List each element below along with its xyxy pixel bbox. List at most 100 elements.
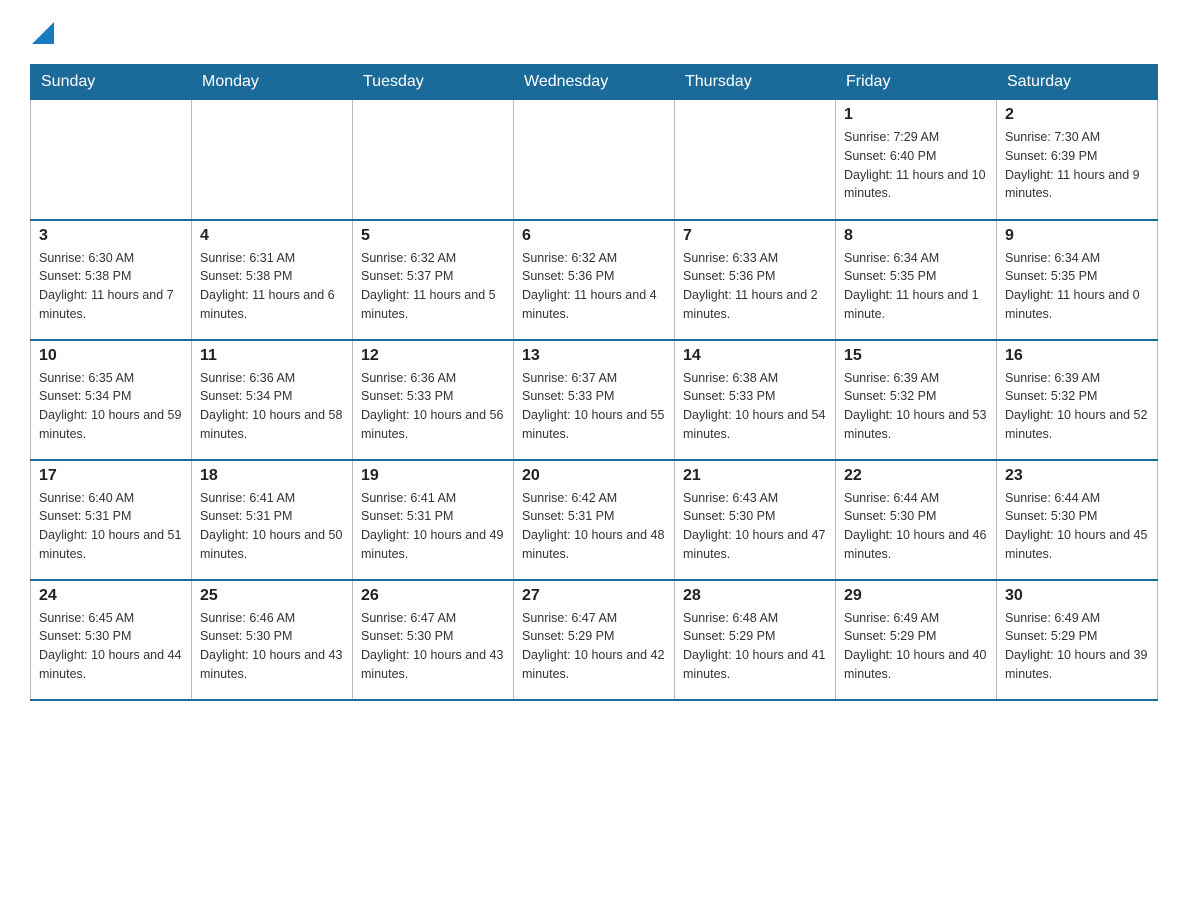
day-number: 5	[361, 227, 505, 245]
day-number: 7	[683, 227, 827, 245]
day-number: 26	[361, 587, 505, 605]
calendar-week-row: 1 Sunrise: 7:29 AMSunset: 6:40 PMDaylight…	[31, 100, 1158, 220]
calendar-cell: 3Sunrise: 6:30 AMSunset: 5:38 PMDaylight…	[31, 220, 192, 340]
day-of-week-header: Saturday	[997, 65, 1158, 100]
calendar-cell: 4 Sunrise: 6:31 AMSunset: 5:38 PMDaylight…	[192, 220, 353, 340]
day-number: 19	[361, 467, 505, 485]
day-number: 14	[683, 347, 827, 365]
day-of-week-header: Monday	[192, 65, 353, 100]
day-number: 9	[1005, 227, 1149, 245]
day-info: Sunrise: 6:48 AMSunset: 5:29 PMDaylight:…	[683, 609, 827, 684]
calendar-cell: 5 Sunrise: 6:32 AMSunset: 5:37 PMDaylight…	[353, 220, 514, 340]
day-number: 24	[39, 587, 183, 605]
calendar-cell: 22 Sunrise: 6:44 AMSunset: 5:30 PMDayligh…	[836, 460, 997, 580]
calendar-cell: 25 Sunrise: 6:46 AMSunset: 5:30 PMDayligh…	[192, 580, 353, 700]
day-number: 13	[522, 347, 666, 365]
calendar-cell: 7 Sunrise: 6:33 AMSunset: 5:36 PMDaylight…	[675, 220, 836, 340]
day-info: Sunrise: 6:33 AMSunset: 5:36 PMDaylight:…	[683, 249, 827, 324]
day-info: Sunrise: 6:49 AMSunset: 5:29 PMDaylight:…	[1005, 609, 1149, 684]
logo	[30, 20, 54, 44]
day-number: 22	[844, 467, 988, 485]
day-info: Sunrise: 6:44 AMSunset: 5:30 PMDaylight:…	[844, 489, 988, 564]
day-number: 23	[1005, 467, 1149, 485]
calendar-table: SundayMondayTuesdayWednesdayThursdayFrid…	[30, 64, 1158, 701]
calendar-cell: 1 Sunrise: 7:29 AMSunset: 6:40 PMDaylight…	[836, 100, 997, 220]
calendar-cell: 28Sunrise: 6:48 AMSunset: 5:29 PMDayligh…	[675, 580, 836, 700]
calendar-cell: 13 Sunrise: 6:37 AMSunset: 5:33 PMDayligh…	[514, 340, 675, 460]
day-number: 6	[522, 227, 666, 245]
calendar-cell: 15 Sunrise: 6:39 AMSunset: 5:32 PMDayligh…	[836, 340, 997, 460]
calendar-cell: 23 Sunrise: 6:44 AMSunset: 5:30 PMDayligh…	[997, 460, 1158, 580]
day-number: 17	[39, 467, 183, 485]
calendar-cell: 20 Sunrise: 6:42 AMSunset: 5:31 PMDayligh…	[514, 460, 675, 580]
day-info: Sunrise: 6:34 AMSunset: 5:35 PMDaylight:…	[1005, 249, 1149, 324]
logo-triangle-icon	[32, 22, 54, 44]
day-info: Sunrise: 6:44 AMSunset: 5:30 PMDaylight:…	[1005, 489, 1149, 564]
calendar-cell: 17 Sunrise: 6:40 AMSunset: 5:31 PMDayligh…	[31, 460, 192, 580]
day-info: Sunrise: 6:46 AMSunset: 5:30 PMDaylight:…	[200, 609, 344, 684]
day-info: Sunrise: 6:37 AMSunset: 5:33 PMDaylight:…	[522, 369, 666, 444]
calendar-week-row: 17 Sunrise: 6:40 AMSunset: 5:31 PMDayligh…	[31, 460, 1158, 580]
day-of-week-header: Tuesday	[353, 65, 514, 100]
calendar-cell: 30 Sunrise: 6:49 AMSunset: 5:29 PMDayligh…	[997, 580, 1158, 700]
calendar-cell: 21 Sunrise: 6:43 AMSunset: 5:30 PMDayligh…	[675, 460, 836, 580]
day-number: 30	[1005, 587, 1149, 605]
day-number: 12	[361, 347, 505, 365]
day-info: Sunrise: 6:42 AMSunset: 5:31 PMDaylight:…	[522, 489, 666, 564]
day-number: 27	[522, 587, 666, 605]
calendar-cell: 16Sunrise: 6:39 AMSunset: 5:32 PMDayligh…	[997, 340, 1158, 460]
day-of-week-header: Thursday	[675, 65, 836, 100]
day-info: Sunrise: 6:47 AMSunset: 5:29 PMDaylight:…	[522, 609, 666, 684]
calendar-cell: 24 Sunrise: 6:45 AMSunset: 5:30 PMDayligh…	[31, 580, 192, 700]
day-info: Sunrise: 6:45 AMSunset: 5:30 PMDaylight:…	[39, 609, 183, 684]
day-info: Sunrise: 6:39 AMSunset: 5:32 PMDaylight:…	[844, 369, 988, 444]
day-number: 20	[522, 467, 666, 485]
calendar-cell	[353, 100, 514, 220]
calendar-cell: 26Sunrise: 6:47 AMSunset: 5:30 PMDayligh…	[353, 580, 514, 700]
calendar-cell: 27 Sunrise: 6:47 AMSunset: 5:29 PMDayligh…	[514, 580, 675, 700]
day-number: 21	[683, 467, 827, 485]
day-number: 25	[200, 587, 344, 605]
days-of-week-row: SundayMondayTuesdayWednesdayThursdayFrid…	[31, 65, 1158, 100]
calendar-cell: 29 Sunrise: 6:49 AMSunset: 5:29 PMDayligh…	[836, 580, 997, 700]
day-info: Sunrise: 6:43 AMSunset: 5:30 PMDaylight:…	[683, 489, 827, 564]
day-info: Sunrise: 6:36 AMSunset: 5:33 PMDaylight:…	[361, 369, 505, 444]
calendar-cell	[675, 100, 836, 220]
day-info: Sunrise: 6:41 AMSunset: 5:31 PMDaylight:…	[361, 489, 505, 564]
page-header	[30, 20, 1158, 44]
calendar-cell: 2Sunrise: 7:30 AMSunset: 6:39 PMDaylight…	[997, 100, 1158, 220]
day-number: 10	[39, 347, 183, 365]
day-number: 8	[844, 227, 988, 245]
day-info: Sunrise: 6:36 AMSunset: 5:34 PMDaylight:…	[200, 369, 344, 444]
day-info: Sunrise: 6:41 AMSunset: 5:31 PMDaylight:…	[200, 489, 344, 564]
day-number: 15	[844, 347, 988, 365]
calendar-header: SundayMondayTuesdayWednesdayThursdayFrid…	[31, 65, 1158, 100]
calendar-cell: 8 Sunrise: 6:34 AMSunset: 5:35 PMDaylight…	[836, 220, 997, 340]
calendar-cell: 9 Sunrise: 6:34 AMSunset: 5:35 PMDaylight…	[997, 220, 1158, 340]
day-info: Sunrise: 7:29 AMSunset: 6:40 PMDaylight:…	[844, 128, 988, 203]
day-number: 4	[200, 227, 344, 245]
calendar-week-row: 3Sunrise: 6:30 AMSunset: 5:38 PMDaylight…	[31, 220, 1158, 340]
day-number: 2	[1005, 106, 1149, 124]
day-number: 29	[844, 587, 988, 605]
calendar-cell	[192, 100, 353, 220]
day-info: Sunrise: 6:32 AMSunset: 5:37 PMDaylight:…	[361, 249, 505, 324]
day-of-week-header: Wednesday	[514, 65, 675, 100]
day-info: Sunrise: 6:38 AMSunset: 5:33 PMDaylight:…	[683, 369, 827, 444]
day-number: 18	[200, 467, 344, 485]
calendar-cell: 12 Sunrise: 6:36 AMSunset: 5:33 PMDayligh…	[353, 340, 514, 460]
calendar-week-row: 10Sunrise: 6:35 AMSunset: 5:34 PMDayligh…	[31, 340, 1158, 460]
day-info: Sunrise: 6:40 AMSunset: 5:31 PMDaylight:…	[39, 489, 183, 564]
day-info: Sunrise: 6:31 AMSunset: 5:38 PMDaylight:…	[200, 249, 344, 324]
day-of-week-header: Friday	[836, 65, 997, 100]
calendar-cell: 19 Sunrise: 6:41 AMSunset: 5:31 PMDayligh…	[353, 460, 514, 580]
calendar-cell	[31, 100, 192, 220]
day-info: Sunrise: 6:32 AMSunset: 5:36 PMDaylight:…	[522, 249, 666, 324]
calendar-cell: 6 Sunrise: 6:32 AMSunset: 5:36 PMDaylight…	[514, 220, 675, 340]
calendar-cell: 10Sunrise: 6:35 AMSunset: 5:34 PMDayligh…	[31, 340, 192, 460]
day-info: Sunrise: 6:34 AMSunset: 5:35 PMDaylight:…	[844, 249, 988, 324]
day-info: Sunrise: 6:39 AMSunset: 5:32 PMDaylight:…	[1005, 369, 1149, 444]
day-of-week-header: Sunday	[31, 65, 192, 100]
day-number: 1	[844, 106, 988, 124]
day-info: Sunrise: 6:49 AMSunset: 5:29 PMDaylight:…	[844, 609, 988, 684]
